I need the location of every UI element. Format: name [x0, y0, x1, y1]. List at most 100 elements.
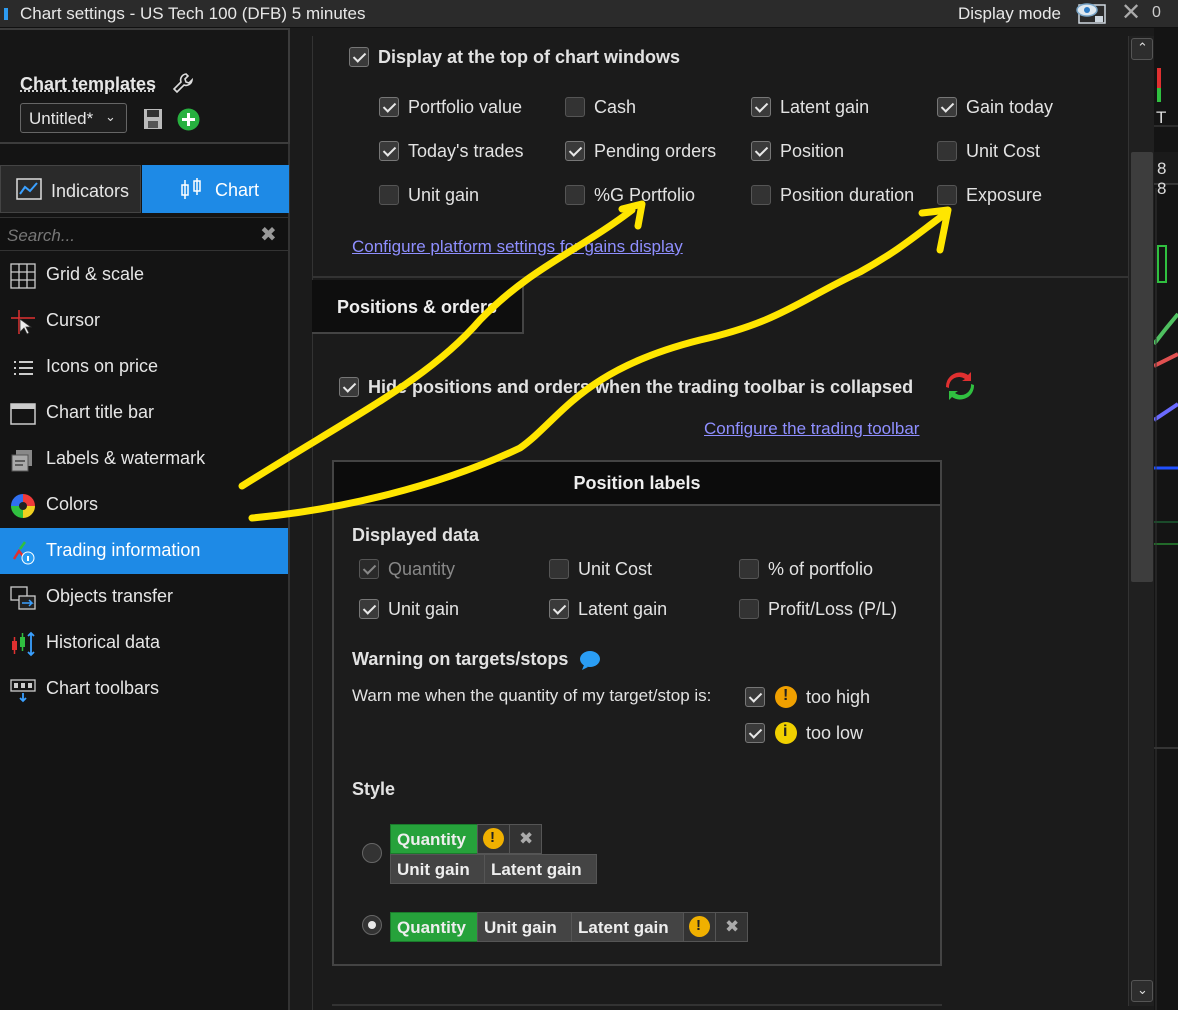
display-mode-label: Display mode	[958, 4, 1061, 23]
unit-gain-label: Unit gain	[408, 185, 480, 205]
percent-portfolio-checkbox[interactable]	[739, 559, 759, 579]
latent-gain-checkbox[interactable]	[751, 97, 771, 117]
pending-orders-checkbox[interactable]	[565, 141, 585, 161]
position-labels-title: Position labels	[573, 473, 701, 493]
list-icon	[14, 361, 33, 375]
sidebar-item-grid-scale[interactable]: Grid & scale	[0, 252, 288, 298]
chart-templates-panel: Chart templates Untitled* ⌄	[0, 28, 290, 144]
section-divider	[332, 1004, 942, 1006]
quantity-label: Quantity	[388, 559, 456, 579]
hide-positions-checkbox[interactable]	[339, 377, 359, 397]
style2-unit-gain-chip: Unit gain	[477, 912, 572, 942]
style1-quantity-chip: Quantity	[390, 824, 478, 854]
display-mode-eye-icon[interactable]	[1075, 0, 1111, 26]
pl-latent-gain-checkbox[interactable]	[549, 599, 569, 619]
sidebar-item-objects-transfer[interactable]: Objects transfer	[0, 574, 288, 620]
scroll-down-button[interactable]: ⌄	[1131, 980, 1153, 1002]
sidebar-item-chart-toolbars[interactable]: Chart toolbars	[0, 666, 288, 712]
add-template-icon[interactable]	[177, 108, 200, 131]
exclamation-icon: !	[689, 916, 710, 937]
labels-icon	[11, 450, 32, 472]
display-top-title: Display at the top of chart windows	[378, 47, 681, 67]
tab-positions-orders[interactable]: Positions & orders	[312, 280, 524, 334]
tab-chart[interactable]: Chart	[142, 165, 289, 213]
hide-positions-label: Hide positions and orders when the tradi…	[368, 377, 914, 397]
close-icon: ✖	[725, 917, 740, 936]
search-field[interactable]: Search... ✖	[0, 217, 288, 251]
pl-latent-gain-label: Latent gain	[578, 599, 668, 619]
pending-orders-label: Pending orders	[594, 141, 717, 161]
sidebar-item-cursor[interactable]: Cursor	[0, 298, 288, 344]
info-icon: i	[775, 722, 797, 744]
configure-trading-toolbar-link[interactable]: Configure the trading toolbar	[704, 419, 919, 439]
sidebar-item-historical-data[interactable]: Historical data	[0, 620, 288, 666]
cash-checkbox[interactable]	[565, 97, 585, 117]
window-title: Chart settings - US Tech 100 (DFB) 5 min…	[20, 4, 366, 23]
latent-gain-label: Latent gain	[780, 97, 870, 117]
color-wheel-icon	[11, 494, 35, 518]
pl-unit-gain-checkbox[interactable]	[359, 599, 379, 619]
exposure-label: Exposure	[966, 185, 1043, 205]
scroll-up-button[interactable]: ⌃	[1131, 38, 1153, 60]
portfolio-value-checkbox[interactable]	[379, 97, 399, 117]
style2-warning-chip: !	[683, 912, 716, 942]
too-high-checkbox[interactable]	[745, 687, 765, 707]
grid-icon	[10, 263, 36, 289]
sidebar-item-trading-information[interactable]: Trading information	[0, 528, 288, 574]
transfer-icon	[10, 586, 36, 610]
pl-unit-cost-checkbox[interactable]	[549, 559, 569, 579]
title-bar: Chart settings - US Tech 100 (DFB) 5 min…	[0, 0, 1178, 28]
display-top-checkbox[interactable]	[349, 47, 369, 67]
g-portfolio-label: %G Portfolio	[594, 185, 696, 205]
exclamation-icon: !	[483, 828, 504, 849]
sidebar-item-chart-title-bar[interactable]: Chart title bar	[0, 390, 288, 436]
tab-indicators[interactable]: Indicators	[0, 165, 141, 213]
too-low-label: too low	[806, 723, 864, 743]
position-duration-label: Position duration	[780, 185, 915, 205]
g-portfolio-checkbox[interactable]	[565, 185, 585, 205]
style-option-1-radio[interactable]	[362, 843, 382, 863]
speech-bubble-icon[interactable]	[579, 650, 601, 670]
sidebar-item-icons-on-price[interactable]: Icons on price	[0, 344, 288, 390]
position-label: Position	[780, 141, 845, 161]
tab-chart-label: Chart	[215, 180, 260, 200]
todays-trades-checkbox[interactable]	[379, 141, 399, 161]
exposure-checkbox[interactable]	[937, 185, 957, 205]
content-scrollbar[interactable]: ⌃ ⌄	[1128, 36, 1154, 1006]
refresh-arrows-icon	[945, 372, 975, 400]
portfolio-value-label: Portfolio value	[408, 97, 523, 117]
template-select[interactable]: Untitled* ⌄	[20, 103, 127, 133]
chart-templates-label[interactable]: Chart templates	[20, 74, 156, 95]
style-option-2-radio[interactable]	[362, 915, 382, 935]
scroll-thumb[interactable]	[1131, 152, 1153, 582]
clear-search-icon[interactable]: ✖	[260, 222, 277, 247]
sidebar-item-colors[interactable]: Colors	[0, 482, 288, 528]
sidebar-item-labels-watermark[interactable]: Labels & watermark	[0, 436, 288, 482]
settings-tabs: Indicators Chart	[0, 165, 290, 213]
style2-quantity-chip: Quantity	[390, 912, 478, 942]
sidebar-item-label: Chart toolbars	[46, 678, 160, 698]
style1-warning-chip: !	[477, 824, 510, 854]
sidebar-item-label: Grid & scale	[46, 264, 145, 284]
window-icon	[10, 403, 36, 425]
unit-gain-checkbox[interactable]	[379, 185, 399, 205]
template-select-value: Untitled*	[29, 109, 94, 128]
position-duration-checkbox[interactable]	[751, 185, 771, 205]
unit-cost-checkbox[interactable]	[937, 141, 957, 161]
sidebar-item-label: Icons on price	[46, 356, 159, 376]
close-icon[interactable]: ✕	[1121, 1, 1141, 25]
profit-loss-checkbox[interactable]	[739, 599, 759, 619]
configure-gains-link[interactable]: Configure platform settings for gains di…	[352, 237, 683, 257]
close-icon: ✖	[519, 829, 534, 848]
quantity-checkbox	[359, 559, 379, 579]
position-checkbox[interactable]	[751, 141, 771, 161]
too-low-checkbox[interactable]	[745, 723, 765, 743]
sidebar-item-label: Chart title bar	[46, 402, 155, 422]
candles-icon	[12, 631, 35, 657]
gain-today-checkbox[interactable]	[937, 97, 957, 117]
wrench-icon[interactable]	[172, 72, 194, 94]
sidebar-item-label: Historical data	[46, 632, 161, 652]
save-icon[interactable]	[143, 108, 163, 130]
style1-unit-gain-chip: Unit gain	[390, 854, 485, 884]
sidebar-item-label: Cursor	[46, 310, 101, 330]
